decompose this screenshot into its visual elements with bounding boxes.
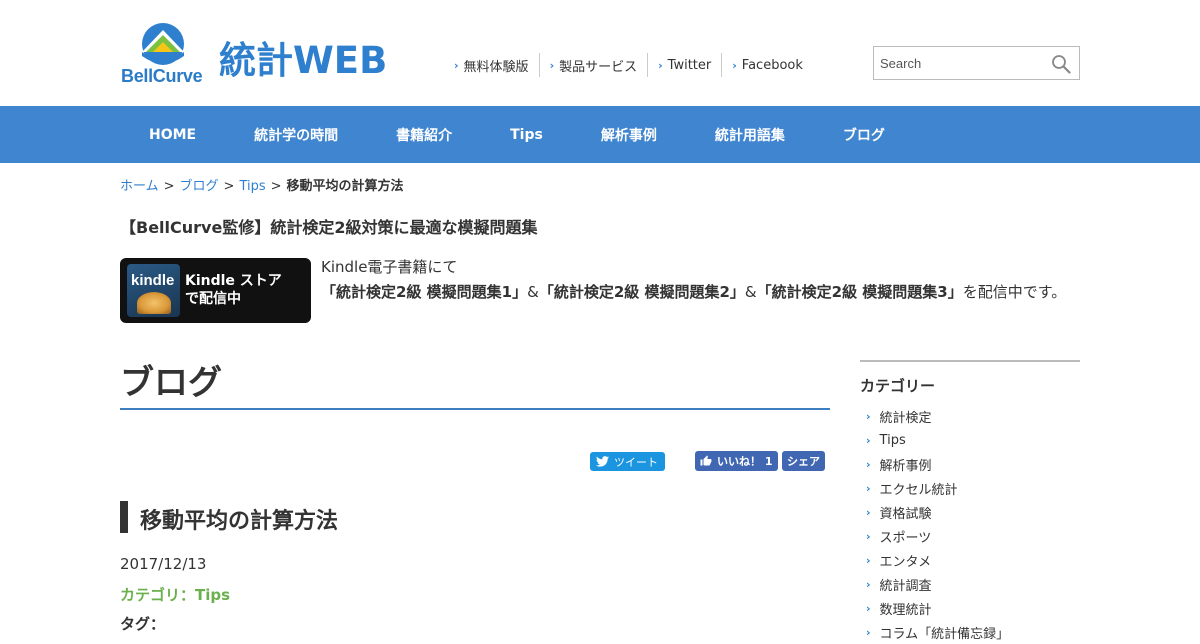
site-name[interactable]: 統計WEB: [219, 30, 387, 84]
sidebar-item-label: スポーツ: [879, 530, 932, 546]
like-label: いいね！ 1: [717, 455, 773, 468]
promo-intro: Kindle電子書籍にて: [321, 258, 458, 276]
chevron-right-icon: ›: [866, 601, 871, 615]
promo-books: 「統計検定2級 模擬問題集1」&「統計検定2級 模擬問題集2」&「統計検定2級 …: [321, 280, 1076, 305]
logo-text[interactable]: BellCurve: [121, 66, 203, 87]
kindle-icon-word: kindle: [131, 272, 175, 289]
top-links: › 無料体験版 › 製品サービス › Twitter › Facebook: [444, 53, 813, 77]
breadcrumb-separator: >: [270, 179, 282, 194]
chevron-right-icon: ›: [866, 409, 871, 423]
page-title: ブログ: [120, 363, 222, 403]
chevron-right-icon: ›: [866, 553, 871, 567]
top-link-label: Facebook: [741, 57, 803, 73]
facebook-like-button[interactable]: いいね！ 1: [695, 451, 778, 471]
search-input[interactable]: [874, 47, 1044, 79]
post-tag-label: タグ：: [120, 615, 166, 633]
sidebar-item-tips[interactable]: › Tips: [866, 428, 1009, 452]
sidebar-item-stat-test[interactable]: › 統計検定: [866, 404, 1009, 428]
search-icon[interactable]: [1051, 54, 1071, 74]
sidebar-item-case-studies[interactable]: › 解析事例: [866, 452, 1009, 476]
promo-amp: &: [527, 283, 539, 301]
nav-item-tips[interactable]: Tips: [481, 127, 572, 143]
breadcrumb-blog[interactable]: ブログ: [180, 179, 219, 194]
sidebar-item-label: エクセル統計: [879, 482, 958, 498]
sidebar-item-certification[interactable]: › 資格試験: [866, 500, 1009, 524]
facebook-share-button[interactable]: シェア: [782, 451, 825, 471]
chevron-right-icon: ›: [454, 58, 459, 72]
book-title-3[interactable]: 「統計検定2級 模擬問題集3」: [757, 283, 963, 301]
promo-outro: を配信中です。: [962, 283, 1067, 301]
breadcrumb-separator: >: [163, 179, 175, 194]
sidebar-item-column[interactable]: › コラム「統計備忘録」: [866, 620, 1009, 644]
sidebar-title: カテゴリー: [860, 377, 936, 395]
sidebar-divider: [860, 360, 1080, 362]
top-link-trial[interactable]: › 無料体験版: [444, 53, 540, 77]
nav-item-glossary[interactable]: 統計用語集: [686, 125, 814, 145]
top-link-twitter[interactable]: › Twitter: [648, 53, 723, 77]
top-link-facebook[interactable]: › Facebook: [722, 53, 813, 77]
chevron-right-icon: ›: [866, 433, 871, 447]
chevron-right-icon: ›: [866, 529, 871, 543]
promo-amp: &: [744, 283, 757, 301]
nav-item-home[interactable]: HOME: [120, 127, 225, 143]
chevron-right-icon: ›: [732, 58, 737, 72]
nav-item-blog[interactable]: ブログ: [814, 125, 914, 145]
sidebar-category-list: › 統計検定 › Tips › 解析事例 › エクセル統計 › 資格試験 › スポーツ › エ…: [866, 404, 1009, 644]
nav-item-statistics-time[interactable]: 統計学の時間: [225, 125, 367, 145]
tweet-button[interactable]: ツイート: [590, 452, 665, 471]
nav-item-case-studies[interactable]: 解析事例: [572, 125, 686, 145]
post-title: 移動平均の計算方法: [140, 509, 339, 534]
sidebar-item-excel-stats[interactable]: › エクセル統計: [866, 476, 1009, 500]
breadcrumb-tips[interactable]: Tips: [239, 179, 265, 194]
kindle-store-badge[interactable]: kindle Kindle ストア で配信中: [120, 258, 311, 323]
top-link-label: 無料体験版: [463, 59, 529, 75]
sidebar-item-surveys[interactable]: › 統計調査: [866, 572, 1009, 596]
book-title-2[interactable]: 「統計検定2級 模擬問題集2」: [539, 283, 745, 301]
kindle-badge-line2: で配信中: [185, 291, 241, 307]
tweet-label: ツイート: [614, 455, 658, 469]
chevron-right-icon: ›: [549, 58, 555, 72]
sidebar-item-label: コラム「統計備忘録」: [879, 626, 1010, 642]
heading-divider: [120, 408, 830, 410]
post-category-link[interactable]: カテゴリ：Tips: [120, 584, 230, 605]
top-link-products[interactable]: › 製品サービス: [540, 53, 649, 77]
sidebar-item-label: 解析事例: [879, 458, 932, 474]
breadcrumb-current: 移動平均の計算方法: [286, 179, 404, 194]
sidebar-item-math-stats[interactable]: › 数理統計: [866, 596, 1009, 620]
sidebar-item-label: Tips: [879, 432, 906, 448]
book-title-1[interactable]: 「統計検定2級 模擬問題集1」: [321, 283, 527, 301]
chevron-right-icon: ›: [866, 505, 871, 519]
sidebar-item-label: エンタメ: [879, 554, 932, 570]
chevron-right-icon: ›: [866, 577, 871, 591]
sidebar-item-label: 資格試験: [879, 506, 932, 522]
chevron-right-icon: ›: [866, 457, 871, 471]
twitter-bird-icon: [596, 456, 609, 467]
kindle-tree-graphic: [137, 292, 171, 314]
chevron-right-icon: ›: [866, 481, 871, 495]
breadcrumb: ホーム > ブログ > Tips > 移動平均の計算方法: [120, 175, 404, 194]
main-nav: HOME 統計学の時間 書籍紹介 Tips 解析事例 統計用語集 ブログ: [0, 106, 1200, 163]
post-title-accent: [120, 501, 128, 533]
thumbs-up-icon: [700, 455, 712, 466]
search-box: [873, 46, 1080, 80]
kindle-app-icon: kindle: [127, 264, 180, 317]
breadcrumb-home[interactable]: ホーム: [120, 179, 159, 194]
promo-text: Kindle電子書籍にて 「統計検定2級 模擬問題集1」&「統計検定2級 模擬問…: [321, 255, 1076, 305]
kindle-badge-text: Kindle ストア で配信中: [185, 272, 282, 308]
chevron-right-icon: ›: [866, 625, 871, 639]
sidebar-item-sports[interactable]: › スポーツ: [866, 524, 1009, 548]
chevron-right-icon: ›: [658, 58, 663, 72]
sidebar-item-label: 統計調査: [879, 578, 932, 594]
kindle-badge-line1: Kindle ストア: [185, 273, 282, 289]
sidebar-item-label: 統計検定: [879, 410, 932, 426]
sidebar-item-label: 数理統計: [879, 602, 932, 618]
promo-title: 【BellCurve監修】統計検定2級対策に最適な模擬問題集: [120, 218, 538, 237]
sidebar-item-entertainment[interactable]: › エンタメ: [866, 548, 1009, 572]
post-date: 2017/12/13: [120, 555, 207, 573]
top-link-label: 製品サービス: [559, 59, 638, 75]
top-link-label: Twitter: [667, 57, 712, 73]
breadcrumb-separator: >: [223, 179, 235, 194]
site-header: BellCurve 統計WEB › 無料体験版 › 製品サービス › Twitt…: [0, 0, 1200, 106]
nav-item-books[interactable]: 書籍紹介: [367, 125, 481, 145]
